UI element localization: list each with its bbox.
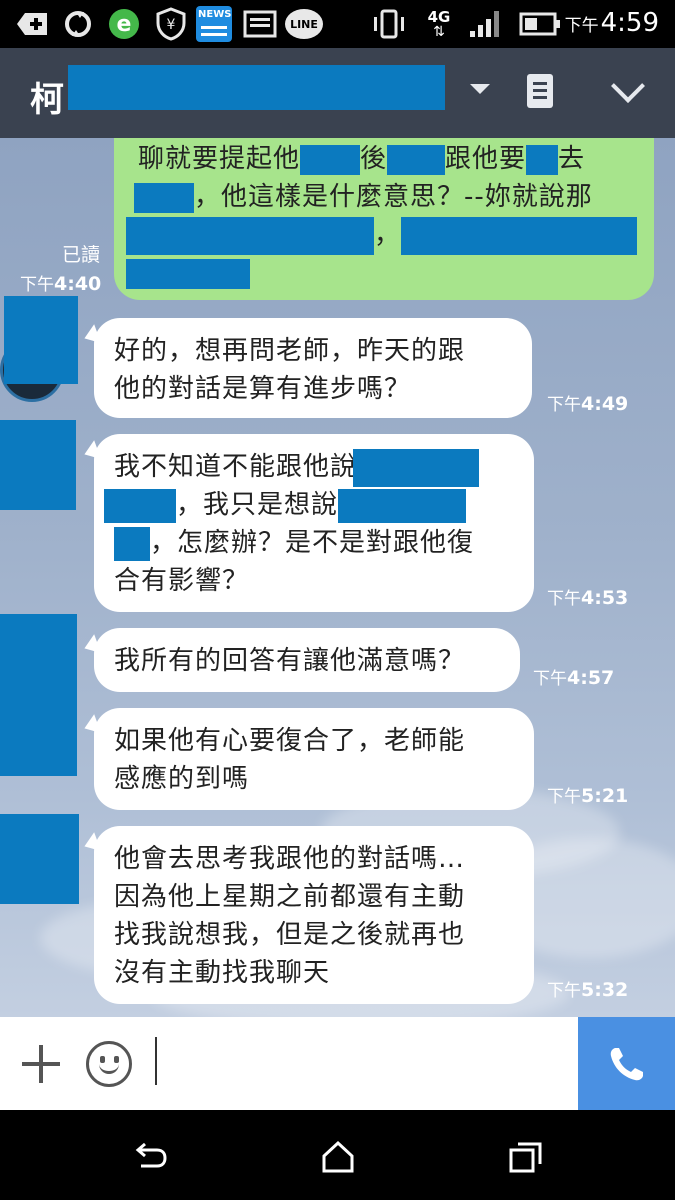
redaction bbox=[126, 216, 374, 255]
chat-area[interactable]: 聊就要提起他後跟他要去 ，他這樣是什麼意思？--妳就說那 ， 已讀 下午4:40… bbox=[0, 138, 675, 1017]
input-bar bbox=[0, 1017, 675, 1110]
redacted-avatar bbox=[0, 814, 79, 904]
status-time: 下午4:59 bbox=[564, 8, 659, 38]
redaction bbox=[114, 526, 150, 561]
message-time: 下午4:53 bbox=[547, 587, 629, 609]
message-line: 他的對話是算有進步嗎？ bbox=[114, 374, 412, 404]
signal-icon bbox=[466, 8, 506, 40]
message-input[interactable] bbox=[155, 1037, 157, 1085]
message-time: 下午4:57 bbox=[533, 667, 615, 689]
redaction bbox=[401, 216, 638, 255]
redacted-avatar bbox=[0, 420, 76, 510]
line-label: LINE bbox=[290, 17, 318, 31]
message-time: 下午4:40 bbox=[20, 273, 102, 295]
redaction bbox=[353, 448, 480, 487]
back-icon[interactable] bbox=[133, 1140, 169, 1172]
message-line bbox=[126, 254, 636, 292]
redacted-contact-name bbox=[68, 65, 445, 110]
message-incoming[interactable]: 我不知道不能跟他說 ，我只是想說 ，怎麼辦？是不是對跟他復 合有影響？ bbox=[94, 434, 534, 612]
redaction bbox=[126, 258, 250, 289]
emoji-icon[interactable] bbox=[86, 1041, 132, 1087]
redaction bbox=[526, 144, 559, 175]
message-outgoing[interactable]: 聊就要提起他後跟他要去 ，他這樣是什麼意思？--妳就說那 ， bbox=[114, 138, 654, 300]
message-line: 感應的到嗎 bbox=[114, 764, 250, 794]
chat-header: 柯 bbox=[0, 48, 675, 138]
redaction bbox=[300, 144, 361, 175]
recent-apps-icon[interactable] bbox=[508, 1140, 544, 1174]
message-line: 我不知道不能跟他說 bbox=[114, 448, 516, 487]
battery-icon bbox=[518, 8, 562, 40]
message-line: 沒有主動找我聊天 bbox=[114, 958, 331, 988]
add-icon bbox=[14, 8, 50, 40]
news-icon: NEWS bbox=[196, 6, 232, 42]
message-incoming[interactable]: 好的，想再問老師，昨天的跟 他的對話是算有進步嗎？ bbox=[94, 318, 532, 418]
plus-icon[interactable] bbox=[16, 1039, 66, 1089]
redaction bbox=[338, 488, 467, 523]
status-bar: e ¥ NEWS LINE 4G ⇅ 下午4:59 bbox=[0, 0, 675, 48]
message-incoming[interactable]: 他會去思考我跟他的對話嗎… 因為他上星期之前都還有主動 找我說想我，但是之後就再… bbox=[94, 826, 534, 1004]
message-incoming[interactable]: 我所有的回答有讓他滿意嗎？ bbox=[94, 628, 520, 692]
message-line: ，怎麼辦？是不是對跟他復 bbox=[114, 524, 516, 562]
collapse-chevron-icon[interactable] bbox=[611, 69, 645, 103]
redaction bbox=[134, 182, 194, 213]
svg-text:e: e bbox=[117, 12, 132, 37]
image-icon bbox=[242, 8, 278, 40]
network-4g: 4G ⇅ bbox=[427, 8, 451, 40]
redacted-avatar bbox=[0, 614, 77, 776]
shield-icon: ¥ bbox=[154, 7, 188, 41]
message-line: ，他這樣是什麼意思？--妳就說那 bbox=[132, 178, 636, 216]
redaction bbox=[387, 144, 446, 175]
call-button[interactable] bbox=[578, 1017, 675, 1110]
notes-icon[interactable] bbox=[527, 74, 553, 108]
nav-bar bbox=[0, 1110, 675, 1200]
message-line: ， bbox=[126, 216, 638, 255]
message-incoming[interactable]: 如果他有心要復合了，老師能 感應的到嗎 bbox=[94, 708, 534, 810]
message-line: 因為他上星期之前都還有主動 bbox=[114, 882, 466, 912]
svg-text:¥: ¥ bbox=[167, 17, 176, 33]
message-line: 合有影響？ bbox=[114, 566, 250, 596]
vibrate-icon bbox=[370, 8, 408, 40]
message-line: 聊就要提起他後跟他要去 bbox=[138, 144, 586, 175]
message-line: 好的，想再問老師，昨天的跟 bbox=[114, 336, 466, 366]
read-receipt: 已讀 bbox=[62, 244, 101, 266]
message-line: 如果他有心要復合了，老師能 bbox=[114, 726, 466, 756]
dropdown-icon[interactable] bbox=[470, 84, 490, 94]
browser-e-icon: e bbox=[106, 8, 142, 40]
message-time: 下午5:21 bbox=[547, 785, 629, 807]
message-time: 下午4:49 bbox=[547, 393, 629, 415]
home-icon[interactable] bbox=[320, 1140, 356, 1174]
message-line: 找我說想我，但是之後就再也 bbox=[114, 920, 466, 950]
message-line: ，我只是想說 bbox=[104, 486, 516, 524]
redaction bbox=[104, 488, 176, 523]
sync-icon bbox=[60, 8, 96, 40]
line-icon: LINE bbox=[284, 8, 324, 40]
contact-name[interactable]: 柯 bbox=[30, 72, 64, 121]
news-label: NEWS bbox=[198, 9, 232, 20]
message-line: 我所有的回答有讓他滿意嗎？ bbox=[114, 646, 466, 676]
message-time: 下午5:32 bbox=[547, 979, 629, 1001]
call-icon bbox=[610, 1048, 643, 1081]
redacted-avatar bbox=[4, 296, 78, 384]
message-line: 他會去思考我跟他的對話嗎… bbox=[114, 844, 466, 874]
